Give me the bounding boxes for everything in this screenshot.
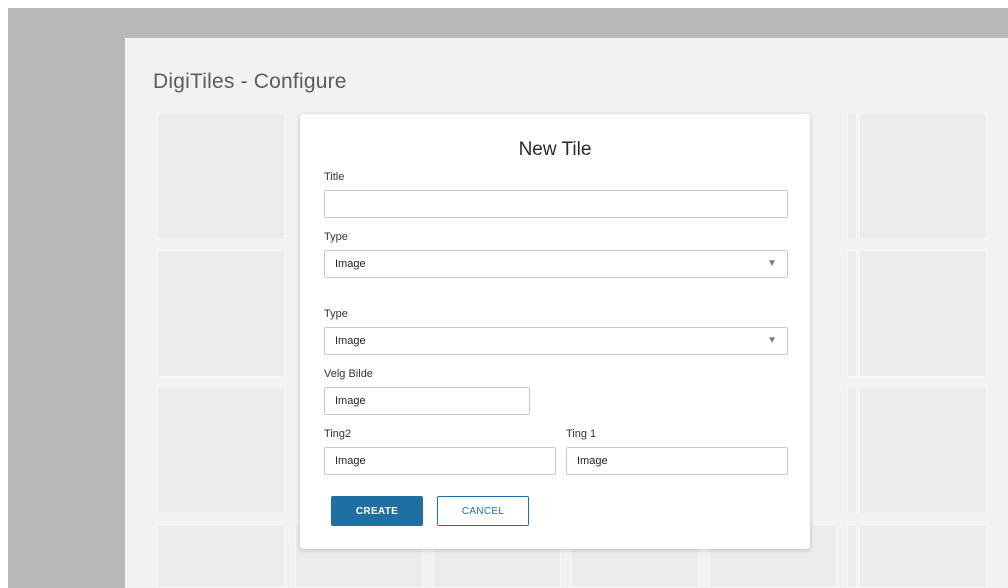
velg-bilde-input[interactable] — [324, 387, 530, 415]
velg-bilde-label: Velg Bilde — [324, 368, 373, 380]
type-select[interactable]: Image ▼ — [324, 250, 788, 278]
tile[interactable] — [859, 250, 987, 377]
type-select-value: Image — [335, 258, 366, 270]
tile[interactable] — [847, 250, 857, 377]
tile[interactable] — [847, 524, 857, 588]
ting1-label: Ting 1 — [566, 428, 597, 440]
tile[interactable] — [859, 524, 987, 588]
tile[interactable] — [847, 113, 857, 240]
type-label: Type — [324, 231, 348, 243]
type-select-secondary-value: Image — [335, 335, 366, 347]
tile[interactable] — [859, 113, 987, 240]
type-select-secondary[interactable]: Image ▼ — [324, 327, 788, 355]
title-label: Title — [324, 171, 345, 183]
cancel-button[interactable]: CANCEL — [437, 496, 529, 526]
chevron-down-icon: ▼ — [767, 335, 777, 346]
tile[interactable] — [157, 250, 285, 377]
tile[interactable] — [157, 387, 285, 514]
chevron-down-icon: ▼ — [767, 258, 777, 269]
dialog-title: New Tile — [518, 139, 592, 160]
tile[interactable] — [859, 387, 987, 514]
ting2-input[interactable] — [324, 447, 556, 475]
ting2-label: Ting2 — [324, 428, 352, 440]
tile[interactable] — [847, 387, 857, 514]
tile[interactable] — [157, 113, 285, 240]
new-tile-dialog: New Tile Title Type Image ▼ Type Image ▼… — [300, 114, 810, 549]
tile[interactable] — [157, 524, 285, 588]
type-label-secondary: Type — [324, 308, 348, 320]
ting1-input[interactable] — [566, 447, 788, 475]
title-input[interactable] — [324, 190, 788, 218]
create-button[interactable]: CREATE — [331, 496, 423, 526]
page-title: DigiTiles - Configure — [153, 70, 347, 93]
